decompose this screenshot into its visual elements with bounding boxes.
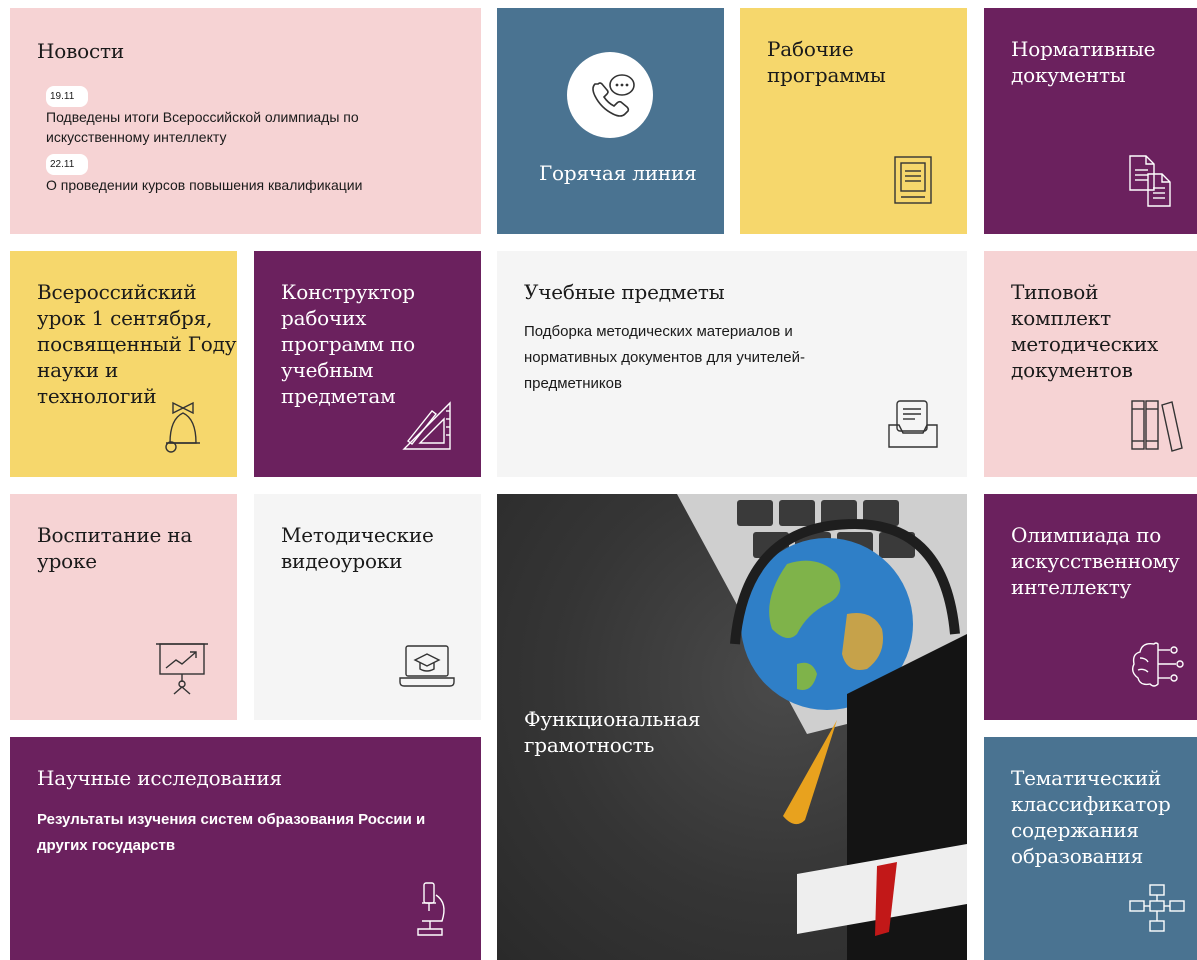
thematic-classifier-title: Тематический классификатор содержания об… [1011,766,1171,868]
subjects-desc: Подборка методических материалов и норма… [524,323,806,392]
presentation-chart-icon [154,640,210,696]
books-icon [1128,397,1184,453]
typical-set-title: Типовой комплект методических документов [1011,280,1159,382]
normative-docs-tile[interactable]: Нормативные документы [984,8,1197,234]
lesson-sept1-tile[interactable]: Всероссийский урок 1 сентября, посвященн… [10,251,237,477]
thematic-classifier-tile[interactable]: Тематический классификатор содержания об… [984,737,1197,960]
constructor-title: Конструктор рабочих программ по учебным … [281,280,416,408]
ruler-pencil-icon [400,397,456,453]
bell-icon [160,393,206,453]
news-item[interactable]: 19.11 Подведены итоги Всероссийской олим… [46,86,441,147]
upbringing-title: Воспитание на уроке [37,523,193,573]
lesson-sept1-title: Всероссийский урок 1 сентября, посвященн… [37,280,237,408]
functional-literacy-tile[interactable]: Функциональная грамотность [497,494,967,960]
video-lessons-title: Методические видеоуроки [281,523,434,573]
subjects-tile[interactable]: Учебные предметы Подборка методических м… [497,251,967,477]
news-date: 19.11 [46,86,89,107]
research-desc: Результаты изучения систем образования Р… [37,811,426,854]
microscope-icon [410,881,450,939]
inbox-documents-icon [885,397,941,453]
documents-icon [1126,152,1174,210]
news-text[interactable]: Подведены итоги Всероссийской олимпиады … [46,107,441,147]
work-programs-tile[interactable]: Рабочие программы [740,8,967,234]
news-tile[interactable]: Новости 19.11 Подведены итоги Всероссийс… [10,8,481,234]
functional-literacy-title: Функциональная грамотность [524,707,701,757]
hierarchy-icon [1128,883,1186,935]
ai-olympiad-title: Олимпиада по искусственному интеллекту [1011,523,1180,599]
research-title: Научные исследования [37,766,282,790]
brain-circuit-icon [1128,636,1184,692]
subjects-title: Учебные предметы [524,280,725,304]
normative-docs-title: Нормативные документы [1011,37,1156,87]
ai-olympiad-tile[interactable]: Олимпиада по искусственному интеллекту [984,494,1197,720]
hotline-tile[interactable]: Горячая линия [497,8,724,234]
constructor-tile[interactable]: Конструктор рабочих программ по учебным … [254,251,481,477]
phone-chat-icon [567,52,653,138]
news-title: Новости [37,39,124,63]
upbringing-tile[interactable]: Воспитание на уроке [10,494,237,720]
hotline-title: Горячая линия [539,161,697,185]
typical-set-tile[interactable]: Типовой комплект методических документов [984,251,1197,477]
video-lessons-tile[interactable]: Методические видеоуроки [254,494,481,720]
news-text[interactable]: О проведении курсов повышения квалификац… [46,175,441,195]
laptop-graduation-icon [398,642,456,690]
news-item[interactable]: 22.11 О проведении курсов повышения квал… [46,154,441,195]
research-tile[interactable]: Научные исследования Результаты изучения… [10,737,481,960]
book-icon [892,154,934,206]
news-date: 22.11 [46,154,89,175]
work-programs-title: Рабочие программы [767,37,886,87]
